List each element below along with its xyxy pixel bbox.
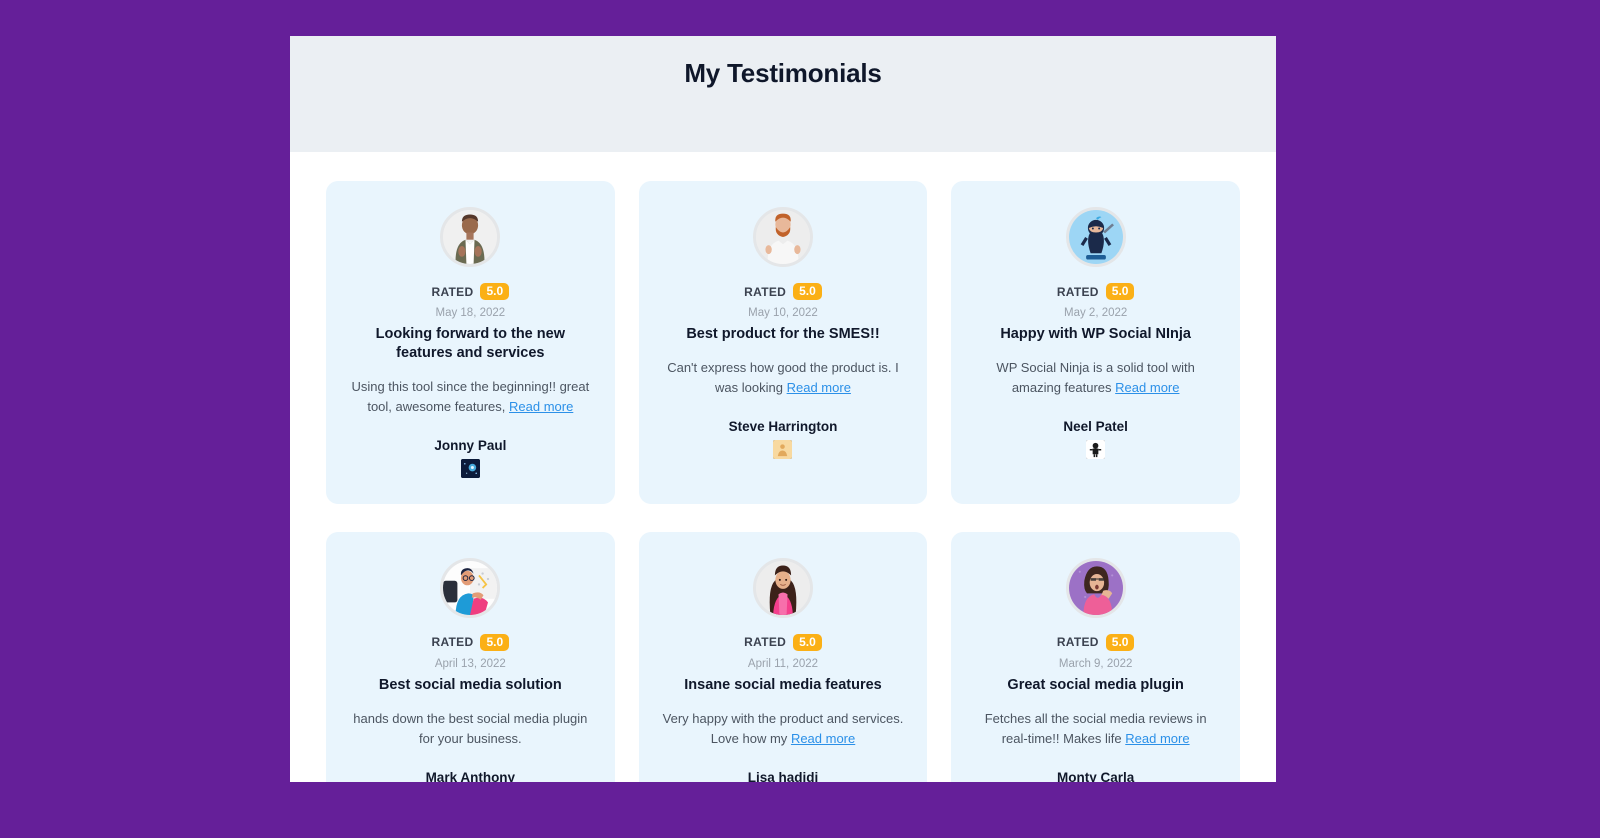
rating-badge: 5.0	[1105, 283, 1135, 300]
reviewer-name: Mark Anthony	[425, 770, 516, 782]
rating-row: RATED 5.0	[744, 283, 822, 300]
testimonial-card[interactable]: RATED 5.0 May 2, 2022 Happy with WP Soci…	[951, 181, 1240, 504]
testimonials-widget: My Testimonials RATED 5.0 May 18, 2022 L…	[290, 36, 1276, 782]
avatar-image-neel-patel	[1068, 210, 1123, 264]
testimonial-card[interactable]: RATED 5.0 May 18, 2022 Looking forward t…	[326, 181, 615, 504]
read-more-link[interactable]: Read more	[509, 399, 573, 414]
widget-header: My Testimonials	[290, 36, 1276, 152]
avatar	[752, 207, 813, 267]
testimonial-card[interactable]: RATED 5.0 April 11, 2022 Insane social m…	[638, 531, 928, 782]
reviewer-name: Neel Patel	[1063, 419, 1128, 435]
rating-badge: 5.0	[793, 283, 822, 300]
review-date: April 11, 2022	[747, 657, 819, 670]
rated-label: RATED	[744, 284, 787, 299]
reviewer-name: Steve Harrington	[728, 419, 838, 435]
reviewer-name: Lisa hadidi	[747, 770, 819, 782]
testimonials-area: RATED 5.0 May 18, 2022 Looking forward t…	[290, 152, 1276, 782]
testimonial-card[interactable]: RATED 5.0 March 9, 2022 Great social med…	[951, 531, 1240, 782]
read-more-link[interactable]: Read more	[787, 380, 851, 395]
testimonials-grid: RATED 5.0 May 18, 2022 Looking forward t…	[326, 181, 1240, 782]
review-title: Looking forward to the new features and …	[375, 326, 565, 361]
rated-label: RATED	[431, 284, 474, 299]
read-more-link[interactable]: Read more	[1115, 380, 1179, 395]
read-more-link[interactable]: Read more	[791, 731, 855, 746]
source-icon-neel-patel	[1086, 440, 1106, 460]
page-title: My Testimonials	[684, 58, 882, 88]
rating-badge: 5.0	[480, 283, 510, 300]
page-root: My Testimonials RATED 5.0 May 18, 2022 L…	[0, 0, 1600, 838]
rating-badge: 5.0	[1105, 633, 1135, 651]
rating-row: RATED 5.0	[1057, 283, 1135, 300]
avatar-image-steve-harrington	[755, 210, 810, 264]
review-body: hands down the best social media plugin …	[348, 709, 593, 749]
rated-label: RATED	[431, 635, 474, 650]
review-date: March 9, 2022	[1058, 657, 1133, 670]
rating-row: RATED 5.0	[431, 633, 510, 651]
rating-row: RATED 5.0	[744, 633, 822, 651]
rating-row: RATED 5.0	[1056, 633, 1135, 651]
review-body-text: Very happy with the product and services…	[662, 710, 904, 746]
review-title: Best product for the SMES!!	[686, 326, 880, 342]
rated-label: RATED	[1056, 635, 1099, 650]
review-body: Fetches all the social media reviews in …	[973, 709, 1218, 749]
reviewer-name: Monty Carla	[1057, 770, 1135, 782]
rating-row: RATED 5.0	[432, 283, 510, 300]
reviewer-name: Jonny Paul	[434, 437, 507, 453]
avatar	[440, 557, 501, 618]
review-body: WP Social Ninja is a solid tool with ama…	[973, 358, 1218, 398]
review-date: May 2, 2022	[1064, 307, 1128, 319]
avatar	[1065, 207, 1126, 267]
avatar	[1065, 557, 1126, 618]
rating-badge: 5.0	[793, 633, 822, 651]
rated-label: RATED	[744, 635, 787, 650]
review-title: Insane social media features	[684, 676, 882, 693]
testimonial-card[interactable]: RATED 5.0 May 10, 2022 Best product for …	[638, 181, 928, 504]
review-body: Can't express how good the product is. I…	[661, 358, 906, 398]
review-body: Very happy with the product and services…	[661, 709, 906, 749]
review-body-text: hands down the best social media plugin …	[353, 710, 588, 746]
source-icon-jonny-paul	[460, 458, 480, 478]
avatar	[440, 207, 501, 267]
avatar-image-lisa-hadidi	[755, 560, 810, 615]
review-body: Using this tool since the beginning!! gr…	[348, 377, 593, 417]
review-title: Happy with WP Social NInja	[1000, 326, 1191, 342]
avatar-image-monty-carla	[1068, 560, 1123, 615]
review-date: April 13, 2022	[434, 657, 506, 670]
review-date: May 10, 2022	[748, 307, 818, 319]
avatar-image-jonny-paul	[443, 210, 498, 264]
source-icon-steve-harrington	[773, 440, 793, 460]
testimonial-card[interactable]: RATED 5.0 April 13, 2022 Best social med…	[326, 531, 615, 782]
rated-label: RATED	[1056, 284, 1099, 299]
review-title: Best social media solution	[378, 676, 562, 693]
rating-badge: 5.0	[480, 633, 510, 651]
review-date: May 18, 2022	[435, 307, 506, 319]
avatar	[752, 557, 813, 618]
review-title: Great social media plugin	[1007, 676, 1184, 693]
review-body-text: Can't express how good the product is. I…	[667, 359, 899, 395]
read-more-link[interactable]: Read more	[1125, 731, 1189, 746]
avatar-image-mark-anthony	[443, 560, 498, 615]
